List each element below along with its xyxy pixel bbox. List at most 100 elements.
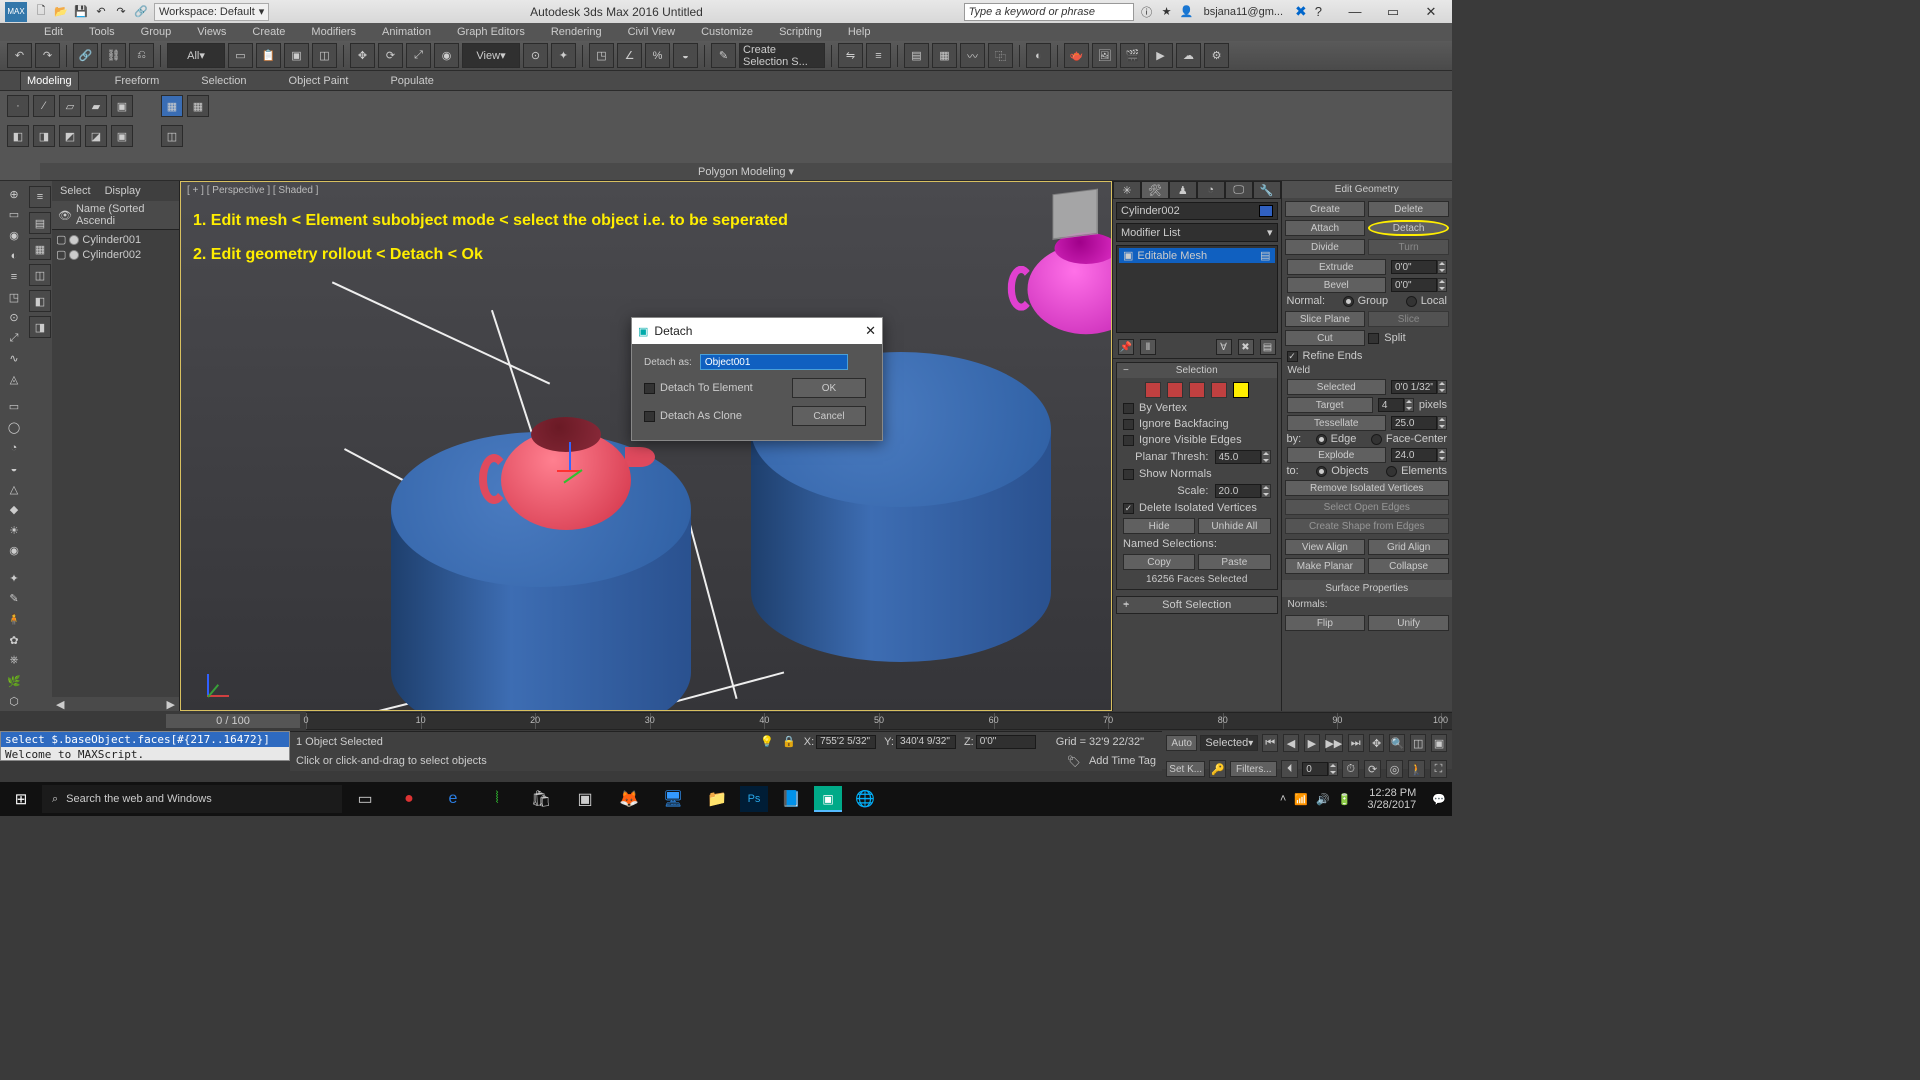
ribbon-tab-freeform[interactable]: Freeform bbox=[109, 72, 166, 90]
viewport-label[interactable]: [ + ] [ Perspective ] [ Shaded ] bbox=[187, 185, 318, 196]
taskbar-app-terminal[interactable]: ▣ bbox=[564, 782, 606, 816]
qat-undo-icon[interactable]: ↶ bbox=[92, 3, 110, 21]
left-icon-10[interactable]: ◬ bbox=[4, 371, 24, 388]
taskbar-app-monitor[interactable]: 🖥 bbox=[652, 782, 694, 816]
taskbar-app-edge[interactable]: e bbox=[432, 782, 474, 816]
detach-button[interactable]: Detach bbox=[1368, 220, 1449, 236]
slice-plane-button[interactable]: Slice Plane bbox=[1285, 311, 1366, 327]
workspace-dropdown[interactable]: Workspace: Default ▾ bbox=[154, 3, 269, 21]
qat-save-icon[interactable]: 💾 bbox=[72, 3, 90, 21]
se-col-icon-4[interactable]: ◫ bbox=[29, 264, 51, 286]
scroll-right-icon[interactable]: ▶ bbox=[167, 698, 175, 711]
window-crossing-icon[interactable]: ◫ bbox=[312, 43, 337, 68]
help-search-input[interactable]: Type a keyword or phrase bbox=[964, 3, 1134, 21]
anglesnap-icon[interactable]: ∠ bbox=[617, 43, 642, 68]
ribbon-poly-icon[interactable]: ▰ bbox=[85, 95, 107, 117]
attach-button[interactable]: Attach bbox=[1285, 220, 1366, 236]
render-prod-icon[interactable]: 🎬 bbox=[1120, 43, 1145, 68]
left-icon-19[interactable]: ✦ bbox=[4, 570, 24, 587]
scene-item-cylinder001[interactable]: ▢ Cylinder001 bbox=[56, 232, 175, 247]
cut-button[interactable]: Cut bbox=[1285, 330, 1366, 346]
ribbon-border-icon[interactable]: ▱ bbox=[59, 95, 81, 117]
se-col-icon-1[interactable]: ≡ bbox=[29, 186, 51, 208]
explode-button[interactable]: Explode bbox=[1287, 447, 1387, 463]
play-end-icon[interactable]: ⏭ bbox=[1348, 734, 1364, 752]
left-icon-17[interactable]: ☀ bbox=[4, 522, 24, 539]
cp-tab-display[interactable]: 🖵 bbox=[1225, 181, 1253, 199]
left-icon-7[interactable]: ⊙ bbox=[4, 309, 24, 326]
normals-scale-spinner[interactable] bbox=[1215, 484, 1271, 498]
explode-objects-radio[interactable]: Objects bbox=[1316, 465, 1368, 477]
pivot-icon[interactable]: ⊙ bbox=[523, 43, 548, 68]
left-icon-14[interactable]: ◒ bbox=[4, 460, 24, 477]
exchange-icon[interactable]: ✖ bbox=[1295, 3, 1307, 20]
selection-filter-dropdown[interactable]: All ▾ bbox=[167, 43, 225, 68]
play-prev-icon[interactable]: ◀ bbox=[1283, 734, 1299, 752]
view-align-button[interactable]: View Align bbox=[1285, 539, 1366, 555]
dialog-close-button[interactable]: ✕ bbox=[865, 323, 876, 339]
cp-tab-utilities[interactable]: 🔧 bbox=[1253, 181, 1281, 199]
collapse-button[interactable]: Collapse bbox=[1368, 558, 1449, 574]
weld-target-spinner[interactable] bbox=[1378, 398, 1414, 412]
subobj-vertex-icon[interactable] bbox=[1145, 382, 1161, 398]
left-icon-22[interactable]: ✿ bbox=[4, 632, 24, 649]
help-icon[interactable]: ? bbox=[1315, 4, 1322, 19]
taskbar-app-photoshop[interactable]: Ps bbox=[740, 786, 768, 812]
weld-selected-spinner[interactable] bbox=[1391, 380, 1447, 394]
select-region-icon[interactable]: ▣ bbox=[284, 43, 309, 68]
ribbon-r2c6-icon[interactable]: ◫ bbox=[161, 125, 183, 147]
left-icon-8[interactable]: ⤢ bbox=[4, 330, 24, 347]
menu-grapheditors[interactable]: Graph Editors bbox=[445, 23, 537, 41]
tess-facecenter-radio[interactable]: Face-Center bbox=[1371, 433, 1447, 445]
taskbar-app-store[interactable]: 🛍 bbox=[520, 782, 562, 816]
unlink-icon[interactable]: ⛓ bbox=[101, 43, 126, 68]
qat-redo-icon[interactable]: ↷ bbox=[112, 3, 130, 21]
nav-zoom-icon[interactable]: 🔍 bbox=[1389, 734, 1405, 752]
window-close-button[interactable]: ✕ bbox=[1414, 0, 1448, 23]
modifier-stack[interactable]: ▣ Editable Mesh ▤ bbox=[1116, 245, 1278, 333]
subobj-edge-icon[interactable] bbox=[1167, 382, 1183, 398]
extrude-spinner[interactable] bbox=[1391, 260, 1447, 274]
keyfilter-dropdown[interactable]: Selected ▾ bbox=[1200, 735, 1258, 751]
render-online-icon[interactable]: ☁ bbox=[1176, 43, 1201, 68]
windows-search-input[interactable]: ⌕ Search the web and Windows bbox=[42, 785, 342, 813]
left-icon-16[interactable]: ◆ bbox=[4, 501, 24, 518]
left-icon-9[interactable]: ∿ bbox=[4, 351, 24, 368]
play-icon[interactable]: ▶ bbox=[1304, 734, 1320, 752]
scale-icon[interactable]: ⤢ bbox=[406, 43, 431, 68]
bevel-spinner[interactable] bbox=[1391, 278, 1447, 292]
rollout-surface-properties-header[interactable]: Surface Properties bbox=[1282, 580, 1453, 597]
ribbon-tab-populate[interactable]: Populate bbox=[384, 72, 439, 90]
detach-as-clone-checkbox[interactable]: Detach As Clone bbox=[644, 406, 782, 426]
ignore-visible-edges-checkbox[interactable]: Ignore Visible Edges bbox=[1123, 434, 1271, 446]
detach-name-input[interactable] bbox=[700, 354, 848, 370]
render-preset-icon[interactable]: ⚙ bbox=[1204, 43, 1229, 68]
move-icon[interactable]: ✥ bbox=[350, 43, 375, 68]
slice-button[interactable]: Slice bbox=[1368, 311, 1449, 327]
left-icon-11[interactable]: ▭ bbox=[4, 399, 24, 416]
menu-modifiers[interactable]: Modifiers bbox=[299, 23, 368, 41]
menu-rendering[interactable]: Rendering bbox=[539, 23, 614, 41]
align-icon[interactable]: ≡ bbox=[866, 43, 891, 68]
taskview-icon[interactable]: ▭ bbox=[344, 782, 386, 816]
delete-button[interactable]: Delete bbox=[1368, 201, 1449, 217]
divide-button[interactable]: Divide bbox=[1285, 239, 1366, 255]
link-icon[interactable]: 🔗 bbox=[73, 43, 98, 68]
grid-align-button[interactable]: Grid Align bbox=[1368, 539, 1449, 555]
tray-volume-icon[interactable]: 🔊 bbox=[1316, 793, 1330, 806]
manip-icon[interactable]: ✦ bbox=[551, 43, 576, 68]
play-start-icon[interactable]: ⏮ bbox=[1262, 734, 1278, 752]
nav-orbit-icon[interactable]: ⟳ bbox=[1364, 760, 1381, 778]
normal-local-radio[interactable]: Local bbox=[1406, 295, 1447, 307]
unhide-all-button[interactable]: Unhide All bbox=[1198, 518, 1270, 534]
flip-button[interactable]: Flip bbox=[1285, 615, 1366, 631]
viewport-perspective[interactable]: [ + ] [ Perspective ] [ Shaded ] 1. Edit… bbox=[180, 181, 1112, 711]
left-icon-20[interactable]: ✎ bbox=[4, 591, 24, 608]
hide-button[interactable]: Hide bbox=[1123, 518, 1195, 534]
scroll-left-icon[interactable]: ◀ bbox=[56, 698, 64, 711]
make-planar-button[interactable]: Make Planar bbox=[1285, 558, 1366, 574]
frame-prev-icon[interactable]: ⏴ bbox=[1281, 760, 1298, 778]
placement-icon[interactable]: ◉ bbox=[434, 43, 459, 68]
key-icon[interactable]: 🔑 bbox=[1209, 760, 1226, 778]
refine-ends-checkbox[interactable]: ✓Refine Ends bbox=[1287, 350, 1363, 362]
